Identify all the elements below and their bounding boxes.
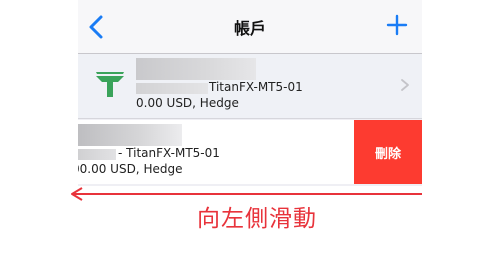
delete-button[interactable]: 刪除 bbox=[354, 120, 422, 184]
phone-screen: 帳戶 TitanFX-MT5-01 0.00 USD, Hedge - Tita… bbox=[78, 0, 422, 186]
account-row[interactable]: TitanFX-MT5-01 0.00 USD, Hedge bbox=[78, 54, 422, 119]
page-title: 帳戶 bbox=[233, 19, 266, 38]
account-row-swiped[interactable]: - TitanFX-MT5-01 00.00 USD, Hedge 刪除 bbox=[78, 120, 422, 184]
add-account-plus-icon[interactable] bbox=[386, 14, 408, 36]
account-server: TitanFX-MT5-01 bbox=[209, 80, 303, 94]
titanfx-logo-icon bbox=[96, 72, 124, 97]
redacted-account-number bbox=[136, 83, 208, 94]
account-balance: 00.00 USD, Hedge bbox=[78, 162, 183, 176]
redacted-account-name bbox=[136, 58, 256, 80]
redacted-account-number bbox=[78, 149, 116, 160]
redacted-account-name bbox=[78, 124, 182, 146]
account-balance: 0.00 USD, Hedge bbox=[136, 96, 239, 110]
account-row-content[interactable]: - TitanFX-MT5-01 00.00 USD, Hedge bbox=[78, 120, 354, 184]
chevron-right-icon bbox=[401, 79, 409, 91]
swipe-instruction-label: 向左側滑動 bbox=[197, 206, 317, 232]
account-server: - TitanFX-MT5-01 bbox=[118, 146, 220, 160]
navigation-bar: 帳戶 bbox=[78, 0, 422, 54]
